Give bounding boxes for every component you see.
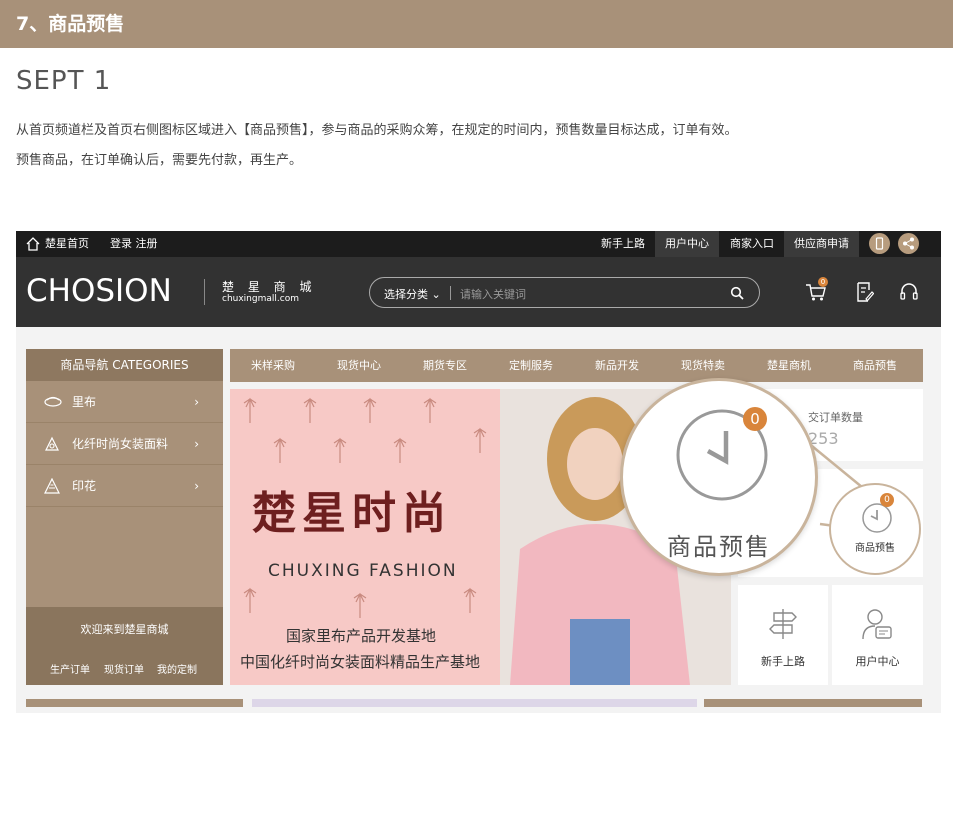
chevron-right-icon: › bbox=[194, 479, 199, 493]
category-sidebar: 商品导航 CATEGORIES 里布 › 化纤时尚女装面料 › 印花 › 欢迎来… bbox=[26, 349, 223, 685]
sidebar-footer: 欢迎来到楚星商城 生产订单 现货订单 我的定制 bbox=[26, 607, 223, 685]
next-row-strip bbox=[252, 699, 697, 707]
sidebar-item-label: 印花 bbox=[72, 479, 97, 493]
user-center-card[interactable]: 用户中心 bbox=[832, 585, 923, 685]
banner-pattern-panel: 楚星时尚 CHUXING FASHION 国家里布产品开发基地 bbox=[230, 389, 500, 685]
presale-highlight-label: 商品预售 bbox=[855, 543, 895, 554]
next-row-strip bbox=[704, 699, 922, 707]
banner-title: 楚星时尚 bbox=[252, 488, 452, 539]
guide-card-label: 新手上路 bbox=[761, 655, 805, 668]
share-icon[interactable] bbox=[898, 233, 919, 254]
search-category-select[interactable]: 选择分类 ⌄ bbox=[384, 286, 441, 302]
nav-item[interactable]: 定制服务 bbox=[509, 349, 553, 382]
production-order-link[interactable]: 生产订单 bbox=[50, 661, 90, 676]
brand-domain: chuxingmall.com bbox=[222, 294, 299, 304]
my-custom-link[interactable]: 我的定制 bbox=[157, 661, 197, 676]
magnifier-label: 商品预售 bbox=[667, 533, 771, 561]
nav-item[interactable]: 期货专区 bbox=[423, 349, 467, 382]
description-line-1: 从首页频道栏及首页右侧图标区域进入【商品预售】，参与商品的采购众筹，在规定的时间… bbox=[16, 123, 738, 138]
sidebar-item-fashion[interactable]: 化纤时尚女装面料 › bbox=[26, 423, 223, 465]
sidebar-item-label: 化纤时尚女装面料 bbox=[72, 437, 169, 451]
main-header: CHOSION 楚 星 商 城 chuxingmall.com 选择分类 ⌄ 请… bbox=[16, 257, 941, 327]
login-link[interactable]: 登录 注册 bbox=[110, 231, 158, 257]
user-center-card-label: 用户中心 bbox=[855, 655, 900, 668]
search-bar[interactable]: 选择分类 ⌄ 请输入关键词 bbox=[369, 277, 760, 308]
home-link[interactable]: 楚星首页 bbox=[45, 231, 89, 257]
next-row-strip bbox=[26, 699, 243, 707]
nav-item[interactable]: 米样采购 bbox=[251, 349, 295, 382]
search-icon[interactable] bbox=[730, 286, 744, 300]
chevron-right-icon: › bbox=[194, 437, 199, 451]
order-edit-icon[interactable] bbox=[856, 282, 874, 302]
user-center-link[interactable]: 用户中心 bbox=[655, 231, 719, 257]
nav-item-presale[interactable]: 商品预售 bbox=[853, 349, 897, 382]
welcome-text: 欢迎来到楚星商城 bbox=[80, 623, 169, 636]
step-title: SEPT 1 bbox=[16, 66, 112, 96]
description-line-2: 预售商品，在订单确认后，需要先付款，再生产。 bbox=[16, 153, 303, 168]
presale-badge: 0 bbox=[880, 493, 894, 507]
magnifier-badge: 0 bbox=[743, 407, 767, 431]
guide-link[interactable]: 新手上路 bbox=[601, 231, 645, 257]
search-input[interactable]: 请输入关键词 bbox=[460, 286, 526, 302]
channel-nav: 米样采购 现货中心 期货专区 定制服务 新品开发 现货特卖 楚星商机 商品预售 bbox=[230, 349, 923, 382]
fabric-icon bbox=[44, 396, 62, 407]
stock-order-link[interactable]: 现货订单 bbox=[104, 661, 144, 676]
supplier-link[interactable]: 供应商申请 bbox=[784, 231, 859, 257]
banner-line-1: 国家里布产品开发基地 bbox=[286, 627, 437, 645]
logo-divider bbox=[204, 279, 205, 305]
merchant-link[interactable]: 商家入口 bbox=[730, 231, 774, 257]
nav-item[interactable]: 新品开发 bbox=[595, 349, 639, 382]
nav-item[interactable]: 现货中心 bbox=[337, 349, 381, 382]
user-card-icon bbox=[862, 609, 892, 640]
banner-line-2: 中国化纤时尚女装面料精品生产基地 bbox=[240, 653, 481, 671]
brand-name-cn: 楚 星 商 城 bbox=[222, 280, 317, 294]
top-bar: 楚星首页 登录 注册 新手上路 用户中心 商家入口 供应商申请 bbox=[16, 231, 941, 257]
chevron-down-icon: ⌄ bbox=[431, 288, 441, 301]
section-header: 7、商品预售 bbox=[0, 0, 953, 48]
fashion-icon bbox=[45, 436, 59, 451]
signpost-icon bbox=[769, 609, 797, 639]
sidebar-item-fabric[interactable]: 里布 › bbox=[26, 381, 223, 423]
sidebar-item-print[interactable]: 印花 › bbox=[26, 465, 223, 507]
search-divider bbox=[450, 286, 451, 300]
chevron-right-icon: › bbox=[194, 395, 199, 409]
brand-logo[interactable]: CHOSION bbox=[26, 273, 172, 309]
banner-subtitle: CHUXING FASHION bbox=[268, 561, 458, 581]
guide-card[interactable]: 新手上路 bbox=[738, 585, 828, 685]
cart-badge: 0 bbox=[818, 277, 828, 287]
search-category-label: 选择分类 bbox=[384, 288, 428, 301]
sidebar-item-label: 里布 bbox=[72, 395, 97, 409]
nav-item[interactable]: 楚星商机 bbox=[767, 349, 811, 382]
presale-icon-highlight[interactable]: 0 商品预售 bbox=[829, 483, 921, 575]
sidebar-header: 商品导航 CATEGORIES bbox=[26, 349, 223, 381]
mobile-icon[interactable] bbox=[869, 233, 890, 254]
presale-magnifier: 0 商品预售 bbox=[620, 378, 818, 576]
headset-icon[interactable] bbox=[899, 282, 919, 302]
print-icon bbox=[44, 478, 60, 494]
